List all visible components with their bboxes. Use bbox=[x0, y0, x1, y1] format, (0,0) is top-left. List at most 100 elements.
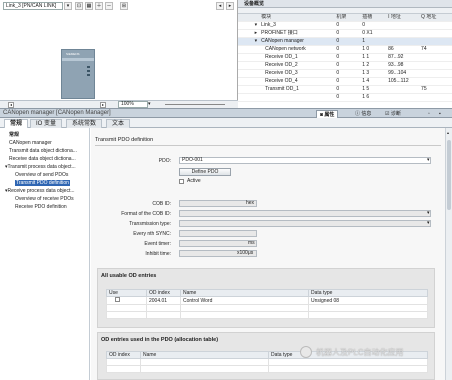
cell-rack: 0 bbox=[334, 93, 361, 103]
zoom-select[interactable]: 100% bbox=[118, 101, 148, 108]
event-timer-field[interactable] bbox=[179, 240, 257, 247]
cell-slot: 1 3 bbox=[360, 69, 387, 79]
zoom-out-icon[interactable]: － bbox=[105, 2, 113, 10]
table-row[interactable]: Receive OD_3 0 1 3 99...104 bbox=[238, 69, 452, 79]
format-label: Format of the COB ID: bbox=[121, 211, 171, 217]
nav-header[interactable]: 常规 bbox=[9, 131, 99, 139]
active-label: Active bbox=[187, 178, 201, 184]
nav-item-label: Transmit process data object... bbox=[7, 164, 76, 170]
table-row[interactable]: ▾ Link_3 0 0 bbox=[238, 21, 452, 31]
every-sync-field[interactable] bbox=[179, 230, 257, 237]
table-row[interactable]: ▸ PROFINET 接口 0 0 X1 bbox=[238, 29, 452, 39]
chevron-down-icon[interactable]: ▾ bbox=[148, 101, 154, 108]
nav-item-receive-dict[interactable]: Receive data object dictiona... bbox=[9, 155, 99, 163]
cell-q bbox=[419, 77, 452, 87]
collapse-icon[interactable]: ◂ bbox=[216, 2, 224, 10]
scrollbar-thumb[interactable] bbox=[447, 140, 451, 210]
cell-i: 99...104 bbox=[386, 69, 420, 79]
device-module[interactable]: SIEMENS bbox=[61, 49, 95, 99]
watermark: 机器人及PLC自动化应用 bbox=[300, 344, 450, 362]
cell-q: 74 bbox=[419, 45, 452, 55]
every-sync-label: Every nth SYNC: bbox=[133, 231, 171, 237]
col-od-index: OD index bbox=[106, 351, 141, 359]
chevron-down-icon[interactable]: ▾ bbox=[64, 2, 72, 10]
tab-info[interactable]: ⓘ 信息 bbox=[352, 110, 374, 118]
transmission-type-select[interactable] bbox=[179, 220, 431, 227]
table-row[interactable]: Receive OD_1 0 1 1 87...92 bbox=[238, 53, 452, 63]
tab-properties[interactable]: ◙ 属性 bbox=[316, 110, 339, 118]
nav-item-canopen-manager[interactable]: CANopen manager bbox=[9, 139, 99, 147]
cell-rack: 0 bbox=[334, 37, 361, 47]
nav-item-transmit-process[interactable]: ▾Transmit process data object... bbox=[5, 163, 95, 171]
nav-item-label: Receive process data object... bbox=[7, 188, 75, 194]
transmission-type-label: Transmission type: bbox=[129, 221, 171, 227]
vertical-scrollbar[interactable]: ▴ bbox=[445, 128, 452, 380]
usable-od-table: Use OD index Name Data type 2004.01 Cont… bbox=[106, 289, 428, 319]
zoom-fit-icon[interactable]: ⊡ bbox=[75, 2, 83, 10]
property-form: Transmit PDO definition PDO: PDO-001 ▾ D… bbox=[91, 128, 445, 380]
chevron-down-icon[interactable]: ▾ bbox=[427, 157, 430, 163]
overview-col-rack: 机架 bbox=[334, 14, 361, 23]
nav-item-receive-process[interactable]: ▾Receive process data object... bbox=[5, 187, 95, 195]
tab-diagnostics[interactable]: ☑ 诊断 bbox=[382, 110, 404, 118]
overview-table: 模块 机架 插槽 I 地址 Q 地址 ▾ Link_3 0 0 ▸ PROFINET 接… bbox=[238, 14, 452, 103]
cell-module bbox=[259, 93, 335, 103]
format-select[interactable] bbox=[179, 210, 431, 217]
cell-rack: 0 bbox=[334, 77, 361, 87]
pdo-select[interactable]: PDO-001 bbox=[179, 157, 431, 164]
nav-item-transmit-dict[interactable]: Transmit data object dictiona... bbox=[9, 147, 99, 155]
cell-slot: 0 X1 bbox=[360, 29, 387, 39]
cell-data-type: Unsigned 08 bbox=[308, 296, 428, 305]
use-checkbox[interactable] bbox=[115, 297, 120, 302]
device-led bbox=[87, 74, 90, 76]
panel-close-icon[interactable]: ▪ bbox=[436, 110, 444, 118]
zoom-slider[interactable] bbox=[165, 104, 225, 105]
table-row[interactable]: Receive OD_2 0 1 2 93...98 bbox=[238, 61, 452, 71]
table-row[interactable]: Transmit OD_1 0 1 5 75 bbox=[238, 85, 452, 95]
expand-icon[interactable]: ▾ bbox=[238, 37, 260, 47]
tab-general[interactable]: 常规 bbox=[4, 119, 29, 128]
event-timer-label: Event timer: bbox=[144, 241, 171, 247]
cell-rack: 0 bbox=[334, 85, 361, 95]
tab-system-constants[interactable]: 系统常数 bbox=[66, 119, 103, 128]
table-row[interactable]: ▾ CANopen manager 0 1 bbox=[238, 37, 452, 47]
cell-i: 86 bbox=[386, 45, 420, 55]
panel-minimize-icon[interactable]: ▫ bbox=[425, 110, 433, 118]
cell-i bbox=[386, 29, 420, 39]
overview-col-q: Q 地址 bbox=[419, 14, 452, 23]
active-checkbox[interactable] bbox=[179, 179, 184, 184]
zoom-in-icon[interactable]: ＋ bbox=[95, 2, 103, 10]
cell-i bbox=[386, 21, 420, 31]
cell-i: 87...92 bbox=[386, 53, 420, 63]
tab-texts[interactable]: 文本 bbox=[106, 119, 131, 128]
inhibit-time-label: Inhibit time: bbox=[145, 251, 171, 257]
table-row[interactable]: Receive OD_4 0 1 4 105...112 bbox=[238, 77, 452, 87]
col-od-index: OD index bbox=[146, 289, 181, 297]
usable-od-title: All usable OD entries bbox=[101, 273, 157, 279]
grid-icon[interactable]: ▦ bbox=[85, 2, 93, 10]
use-checkbox-cell[interactable] bbox=[106, 296, 147, 305]
cell-q bbox=[419, 37, 452, 47]
cell-slot: 1 6 bbox=[360, 93, 387, 103]
scroll-up-icon[interactable]: ▴ bbox=[447, 130, 451, 136]
chevron-down-icon[interactable]: ▾ bbox=[427, 220, 430, 226]
table-row[interactable]: 2004.01 Control Word Unsigned 08 bbox=[106, 296, 428, 305]
cell-rack: 0 bbox=[334, 53, 361, 63]
overview-title: 设备概览 bbox=[238, 0, 452, 8]
topology-icon[interactable]: ⊞ bbox=[120, 2, 128, 10]
cell-module: Receive OD_3 bbox=[259, 69, 335, 79]
define-pdo-button[interactable]: Define PDO bbox=[179, 168, 231, 176]
expand-icon[interactable]: ▸ bbox=[238, 29, 260, 39]
overview-col-module: 模块 bbox=[259, 14, 335, 23]
table-row[interactable]: 01 6 bbox=[238, 93, 452, 103]
chevron-down-icon[interactable]: ▾ bbox=[427, 210, 430, 216]
device-select[interactable]: Link_3 [PN/CAN LINK] bbox=[3, 2, 63, 10]
cell-q: 75 bbox=[419, 85, 452, 95]
cell-slot: 1 bbox=[360, 37, 387, 47]
table-row[interactable]: CANopen network 0 1 0 86 74 bbox=[238, 45, 452, 55]
expand-icon[interactable]: ▸ bbox=[226, 2, 234, 10]
expand-icon[interactable]: ▾ bbox=[238, 21, 260, 31]
device-led bbox=[87, 66, 90, 68]
tab-io-tags[interactable]: IO 变量 bbox=[30, 119, 63, 128]
cell-i: 105...112 bbox=[386, 77, 420, 87]
